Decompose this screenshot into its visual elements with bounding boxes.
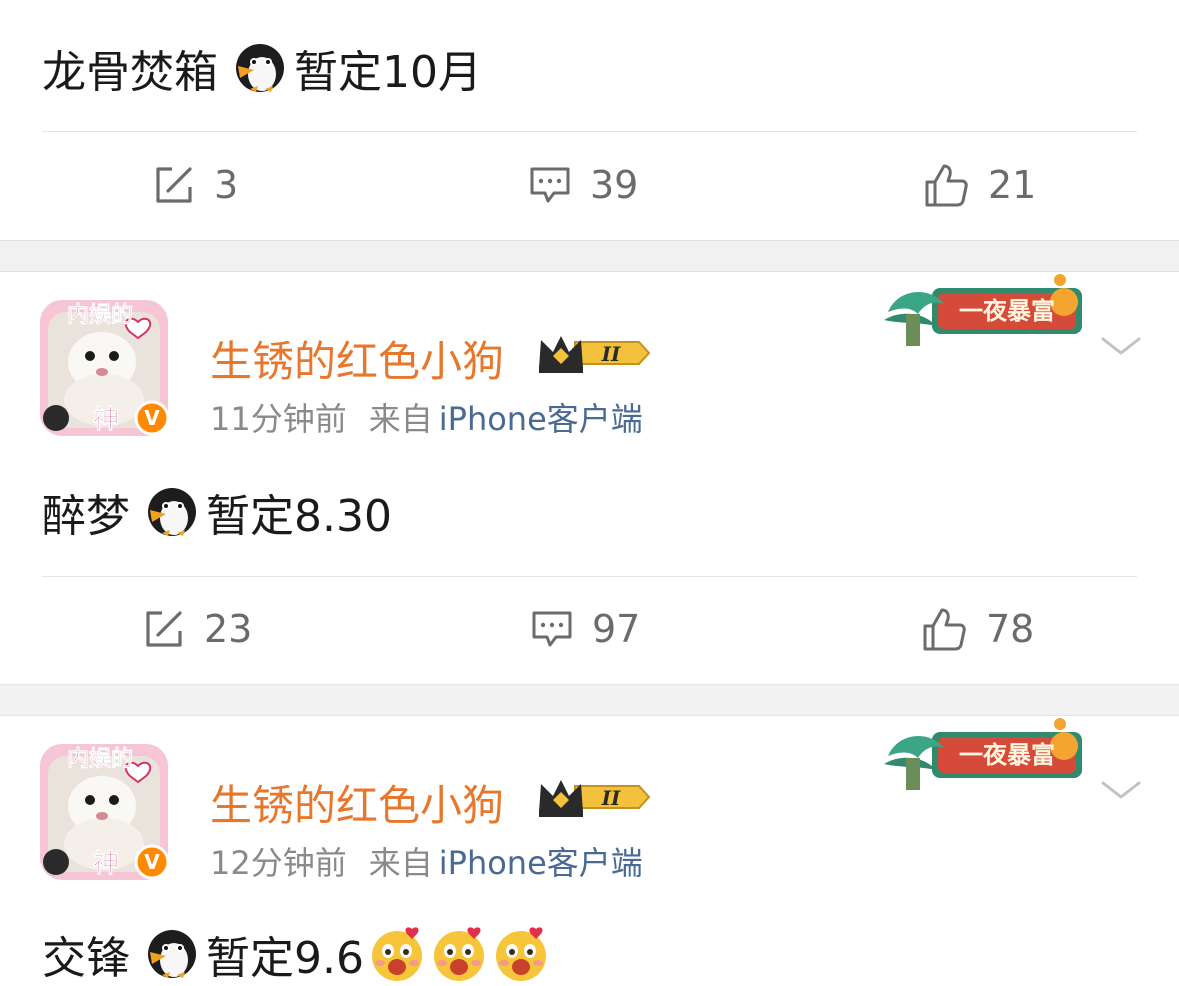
action-bar: 23 97 78 [0, 584, 1179, 674]
post-text: 醉梦 暂定8.30 [42, 480, 392, 544]
comment-count: 97 [592, 607, 641, 651]
post-separator [0, 240, 1179, 272]
comment-icon [528, 163, 572, 207]
avatar-caption-top: 内娱的 [67, 302, 133, 328]
post-text: 交锋 暂定9.6 [42, 922, 550, 986]
post-text-title: 龙骨焚箱 [42, 47, 218, 98]
source-link[interactable]: iPhone客户端 [439, 844, 643, 882]
crown-icon: II [539, 780, 651, 817]
source-label: 来自 [368, 400, 433, 438]
penguin-icon [144, 928, 200, 980]
post-time: 11分钟前 [210, 400, 347, 438]
chevron-down-icon[interactable] [1100, 778, 1142, 802]
username[interactable]: 生锈的红色小狗 [210, 772, 504, 833]
avatar-caption-bottom: 神 [93, 405, 119, 435]
level-badge-text: II [601, 342, 621, 366]
repost-count: 3 [214, 163, 239, 207]
love-face-sticker-icon [430, 925, 488, 983]
like-count: 21 [988, 163, 1037, 207]
repost-icon [142, 607, 186, 651]
repost-button[interactable]: 23 [142, 584, 252, 674]
comment-button[interactable]: 39 [528, 140, 638, 230]
repost-count: 23 [204, 607, 253, 651]
avatar[interactable]: V 内娱的 神 [34, 292, 174, 442]
divider [42, 131, 1137, 132]
like-button[interactable]: 78 [920, 584, 1034, 674]
post-text-date: 暂定10月 [294, 47, 482, 98]
divider [42, 576, 1137, 577]
thumbs-up-icon [922, 161, 970, 209]
crown-icon: II [539, 336, 651, 373]
post-text: 龙骨焚箱 暂定10月 [42, 36, 482, 100]
avatar[interactable]: V 内娱的 神 [34, 736, 174, 886]
post-meta: 11分钟前 来自 iPhone客户端 [210, 394, 643, 440]
comment-icon [530, 607, 574, 651]
verified-mark: V [144, 850, 160, 874]
source-label: 来自 [368, 844, 433, 882]
chevron-down-icon[interactable] [1100, 334, 1142, 358]
like-button[interactable]: 21 [922, 140, 1036, 230]
comment-button[interactable]: 97 [530, 584, 640, 674]
repost-icon [152, 163, 196, 207]
penguin-icon [144, 486, 200, 538]
post-meta: 12分钟前 来自 iPhone客户端 [210, 838, 643, 884]
avatar-caption-top: 内娱的 [67, 746, 133, 772]
avatar-caption-bottom: 神 [93, 849, 119, 879]
post-text-title: 醉梦 [42, 491, 130, 542]
verified-mark: V [144, 406, 160, 430]
username[interactable]: 生锈的红色小狗 [210, 328, 504, 389]
post-time: 12分钟前 [210, 844, 347, 882]
fortune-badge[interactable]: 一夜暴富 [880, 714, 1095, 794]
repost-button[interactable]: 3 [152, 140, 238, 230]
post-separator [0, 684, 1179, 716]
badge-label: 一夜暴富 [959, 741, 1055, 769]
like-count: 78 [986, 607, 1035, 651]
badge-label: 一夜暴富 [959, 297, 1055, 325]
post-text-date: 暂定8.30 [206, 491, 392, 542]
thumbs-up-icon [920, 605, 968, 653]
source-link[interactable]: iPhone客户端 [439, 400, 643, 438]
action-bar: 3 39 21 [0, 140, 1179, 230]
post-text-title: 交锋 [42, 933, 130, 984]
level-badge-text: II [601, 786, 621, 810]
love-face-sticker-icon [368, 925, 426, 983]
fortune-badge[interactable]: 一夜暴富 [880, 270, 1095, 350]
comment-count: 39 [590, 163, 639, 207]
love-face-sticker-icon [492, 925, 550, 983]
penguin-icon [232, 42, 288, 94]
post-text-date: 暂定9.6 [206, 933, 364, 984]
